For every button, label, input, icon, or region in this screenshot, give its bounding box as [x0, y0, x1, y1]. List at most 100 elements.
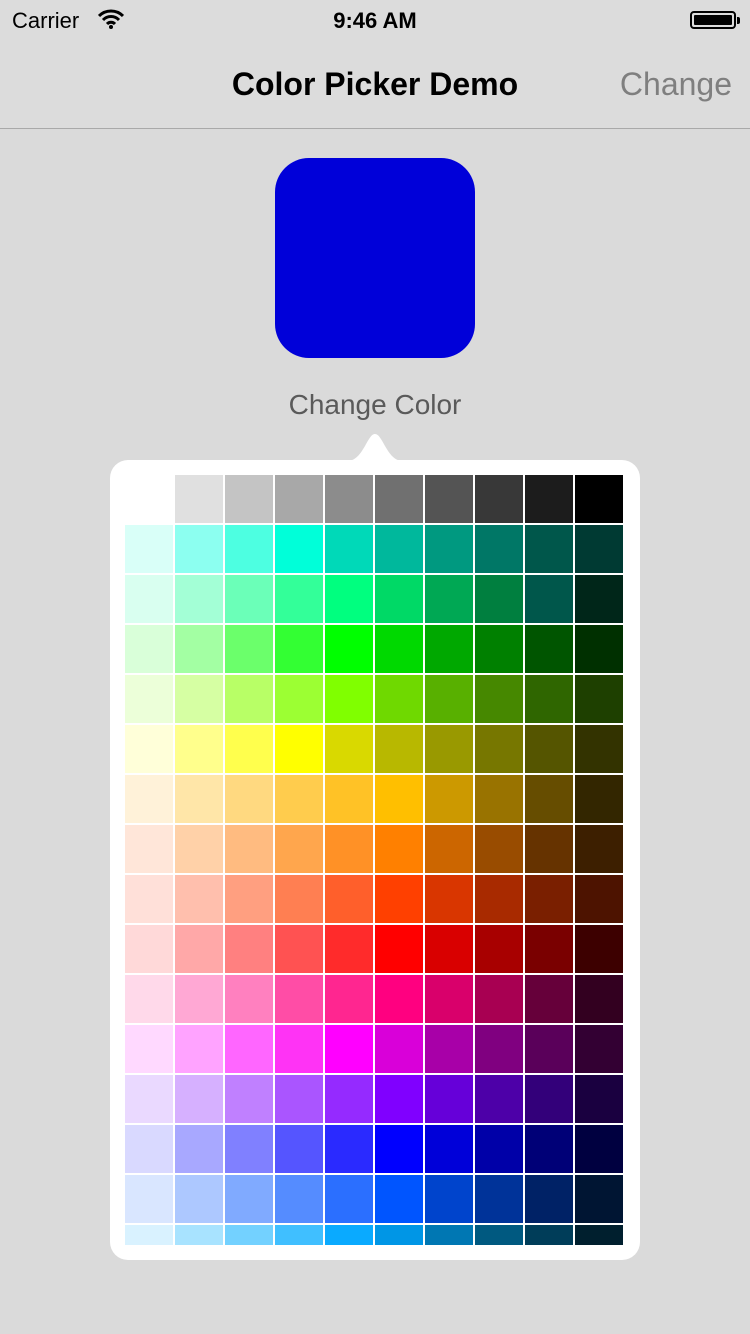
color-swatch-cell[interactable]	[475, 525, 523, 573]
color-swatch-cell[interactable]	[575, 725, 623, 773]
color-swatch-cell[interactable]	[475, 1225, 523, 1245]
color-swatch-cell[interactable]	[575, 1075, 623, 1123]
color-swatch-cell[interactable]	[475, 1025, 523, 1073]
color-swatch-cell[interactable]	[175, 525, 223, 573]
color-swatch-cell[interactable]	[175, 1025, 223, 1073]
color-swatch-cell[interactable]	[275, 1175, 323, 1223]
color-swatch-cell[interactable]	[575, 1175, 623, 1223]
color-swatch-cell[interactable]	[425, 975, 473, 1023]
color-swatch-cell[interactable]	[325, 525, 373, 573]
color-swatch-cell[interactable]	[325, 475, 373, 523]
color-swatch-cell[interactable]	[425, 925, 473, 973]
color-swatch-cell[interactable]	[575, 625, 623, 673]
color-swatch-cell[interactable]	[275, 1075, 323, 1123]
color-swatch-cell[interactable]	[325, 625, 373, 673]
color-swatch-cell[interactable]	[275, 975, 323, 1023]
color-swatch-cell[interactable]	[375, 625, 423, 673]
color-swatch-cell[interactable]	[575, 475, 623, 523]
color-swatch-cell[interactable]	[525, 1125, 573, 1173]
color-swatch-cell[interactable]	[425, 1025, 473, 1073]
color-swatch-cell[interactable]	[525, 475, 573, 523]
color-swatch-cell[interactable]	[325, 1225, 373, 1245]
color-swatch-cell[interactable]	[325, 1175, 373, 1223]
color-swatch-cell[interactable]	[475, 475, 523, 523]
color-swatch-cell[interactable]	[225, 1075, 273, 1123]
color-swatch-cell[interactable]	[325, 925, 373, 973]
color-swatch-cell[interactable]	[275, 925, 323, 973]
color-swatch-cell[interactable]	[175, 625, 223, 673]
color-swatch-cell[interactable]	[325, 1025, 373, 1073]
color-swatch-cell[interactable]	[125, 475, 173, 523]
color-swatch-cell[interactable]	[175, 1125, 223, 1173]
color-swatch-cell[interactable]	[575, 775, 623, 823]
color-swatch-cell[interactable]	[525, 725, 573, 773]
color-swatch-cell[interactable]	[575, 1125, 623, 1173]
color-swatch-cell[interactable]	[225, 525, 273, 573]
color-swatch-cell[interactable]	[475, 1125, 523, 1173]
color-swatch-cell[interactable]	[375, 675, 423, 723]
color-swatch-cell[interactable]	[375, 1225, 423, 1245]
color-swatch-cell[interactable]	[575, 675, 623, 723]
color-swatch-cell[interactable]	[525, 875, 573, 923]
color-swatch-cell[interactable]	[175, 1175, 223, 1223]
color-swatch-cell[interactable]	[225, 725, 273, 773]
color-swatch-cell[interactable]	[125, 725, 173, 773]
color-swatch-cell[interactable]	[575, 875, 623, 923]
color-swatch-cell[interactable]	[475, 575, 523, 623]
color-swatch-cell[interactable]	[325, 825, 373, 873]
color-swatch-cell[interactable]	[175, 975, 223, 1023]
color-swatch-cell[interactable]	[425, 1175, 473, 1223]
color-swatch-cell[interactable]	[325, 875, 373, 923]
color-swatch-cell[interactable]	[125, 1075, 173, 1123]
color-swatch-cell[interactable]	[475, 1075, 523, 1123]
color-swatch-cell[interactable]	[475, 725, 523, 773]
color-swatch-cell[interactable]	[475, 1175, 523, 1223]
color-swatch-cell[interactable]	[125, 625, 173, 673]
color-swatch-cell[interactable]	[225, 675, 273, 723]
color-swatch-cell[interactable]	[425, 475, 473, 523]
color-swatch-cell[interactable]	[275, 625, 323, 673]
color-swatch-cell[interactable]	[125, 1025, 173, 1073]
color-swatch-cell[interactable]	[425, 725, 473, 773]
color-swatch-cell[interactable]	[175, 825, 223, 873]
color-swatch-cell[interactable]	[425, 1125, 473, 1173]
color-swatch-cell[interactable]	[275, 575, 323, 623]
color-swatch-cell[interactable]	[375, 975, 423, 1023]
color-swatch-cell[interactable]	[525, 625, 573, 673]
color-swatch-cell[interactable]	[575, 525, 623, 573]
color-swatch-cell[interactable]	[125, 825, 173, 873]
color-swatch-cell[interactable]	[575, 825, 623, 873]
color-swatch-cell[interactable]	[275, 775, 323, 823]
change-color-button[interactable]: Change Color	[0, 389, 750, 421]
color-swatch-cell[interactable]	[225, 475, 273, 523]
color-swatch-cell[interactable]	[125, 1175, 173, 1223]
color-swatch-cell[interactable]	[325, 1125, 373, 1173]
color-swatch-cell[interactable]	[125, 975, 173, 1023]
color-swatch-cell[interactable]	[175, 775, 223, 823]
color-swatch-cell[interactable]	[125, 675, 173, 723]
color-swatch-cell[interactable]	[475, 925, 523, 973]
color-swatch-cell[interactable]	[275, 475, 323, 523]
change-button[interactable]: Change	[620, 66, 732, 103]
color-swatch-cell[interactable]	[475, 975, 523, 1023]
color-swatch-cell[interactable]	[475, 675, 523, 723]
color-swatch-cell[interactable]	[125, 525, 173, 573]
color-swatch-cell[interactable]	[275, 875, 323, 923]
color-swatch-cell[interactable]	[175, 875, 223, 923]
color-swatch-cell[interactable]	[275, 1025, 323, 1073]
color-swatch-cell[interactable]	[125, 775, 173, 823]
color-swatch-cell[interactable]	[525, 575, 573, 623]
color-swatch-cell[interactable]	[375, 875, 423, 923]
color-swatch-cell[interactable]	[275, 1125, 323, 1173]
color-swatch-cell[interactable]	[325, 1075, 373, 1123]
color-swatch-cell[interactable]	[325, 675, 373, 723]
color-swatch-cell[interactable]	[175, 1225, 223, 1245]
color-swatch-cell[interactable]	[175, 675, 223, 723]
color-swatch-cell[interactable]	[225, 775, 273, 823]
color-swatch-cell[interactable]	[375, 775, 423, 823]
color-swatch-cell[interactable]	[425, 525, 473, 573]
color-swatch-cell[interactable]	[225, 1225, 273, 1245]
color-swatch-cell[interactable]	[275, 675, 323, 723]
color-swatch-cell[interactable]	[425, 775, 473, 823]
color-swatch-cell[interactable]	[475, 625, 523, 673]
